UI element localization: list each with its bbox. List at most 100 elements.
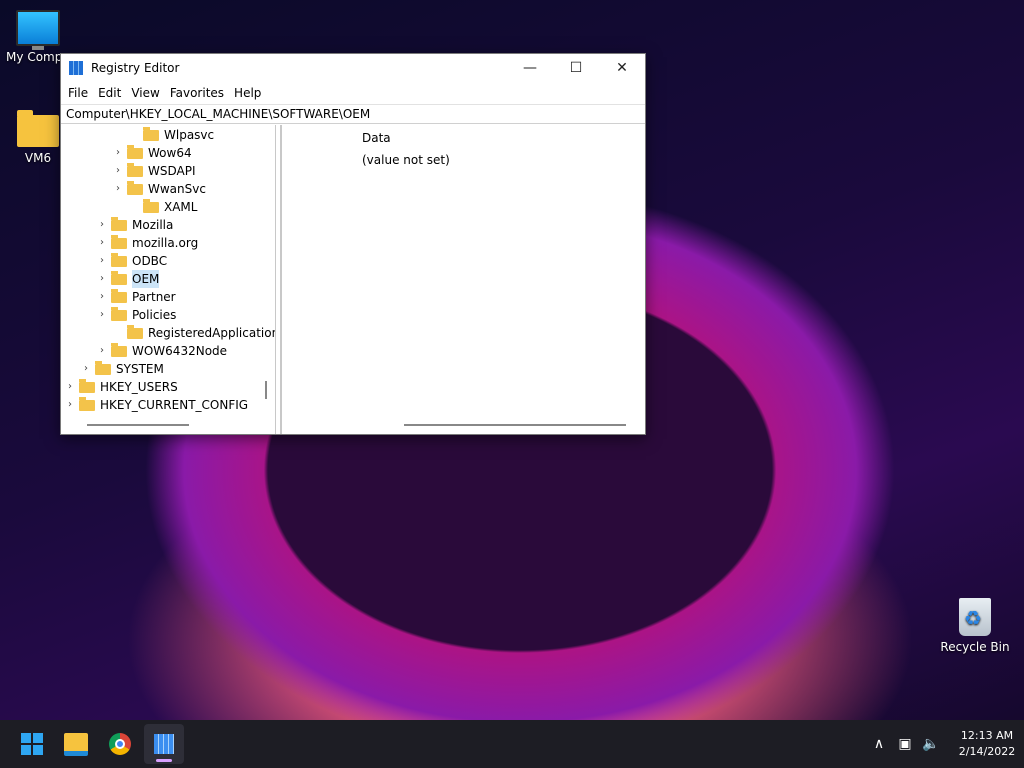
registry-editor-window: Registry Editor — ☐ ✕ File Edit View Fav… <box>60 53 646 435</box>
tree-item[interactable]: › WSDAPI <box>113 162 196 180</box>
chevron-right-icon[interactable]: › <box>97 306 107 324</box>
folder-icon <box>111 234 127 249</box>
registry-editor-icon <box>154 734 174 754</box>
tree-item[interactable]: RegisteredApplications <box>113 324 276 342</box>
tree-item-label: ODBC <box>132 254 168 268</box>
close-button[interactable]: ✕ <box>599 54 645 82</box>
folder-icon <box>95 360 111 375</box>
clock-date: 2/14/2022 <box>958 745 1016 758</box>
show-hidden-icons-chevron-icon[interactable]: ∧ <box>866 736 892 752</box>
tree-item-label: Partner <box>132 290 176 304</box>
start-icon <box>21 733 43 755</box>
file-explorer-button[interactable] <box>56 724 96 764</box>
chevron-right-icon[interactable]: › <box>97 342 107 360</box>
tree-item[interactable]: › Partner <box>97 288 176 306</box>
tree-item-label: mozilla.org <box>132 236 199 250</box>
folder-icon <box>111 270 127 285</box>
chrome-icon <box>109 733 131 755</box>
maximize-button[interactable]: ☐ <box>553 54 599 82</box>
chevron-right-icon[interactable]: › <box>97 234 107 252</box>
folder-icon <box>17 110 59 147</box>
tree-item[interactable]: › Policies <box>97 306 176 324</box>
tree-item[interactable]: XAML <box>129 198 197 216</box>
registry-editor-icon <box>69 61 83 75</box>
clock-time: 12:13 AM <box>960 729 1014 742</box>
tree-horizontal-scrollbar[interactable] <box>87 424 189 426</box>
folder-icon <box>111 252 127 267</box>
minimize-button[interactable]: — <box>507 54 553 82</box>
menu-view[interactable]: View <box>126 86 164 100</box>
tree-item[interactable]: › mozilla.org <box>97 234 198 252</box>
folder-icon <box>143 126 159 141</box>
folder-icon <box>111 306 127 321</box>
chevron-right-icon[interactable]: › <box>113 180 123 198</box>
tree-item[interactable]: › Mozilla <box>97 216 173 234</box>
file-explorer-icon <box>64 732 88 756</box>
folder-icon <box>111 288 127 303</box>
chevron-right-icon[interactable]: › <box>97 216 107 234</box>
window-title: Registry Editor <box>91 61 180 75</box>
tree-item-label: RegisteredApplications <box>148 326 276 340</box>
tree-item-label: XAML <box>164 200 198 214</box>
folder-icon <box>127 162 143 177</box>
registry-editor-taskbar-button[interactable] <box>144 724 184 764</box>
folder-icon <box>143 198 159 213</box>
recycle-bin-icon <box>959 598 991 636</box>
folder-icon <box>79 378 95 393</box>
tree-item-label: WOW6432Node <box>132 344 228 358</box>
menu-file[interactable]: File <box>63 86 93 100</box>
value-data-cell[interactable]: (value not set) <box>362 153 450 167</box>
menu-bar: File Edit View Favorites Help <box>61 82 645 104</box>
title-bar[interactable]: Registry Editor — ☐ ✕ <box>61 54 645 82</box>
chevron-right-icon[interactable]: › <box>65 378 75 396</box>
chevron-right-icon[interactable]: › <box>97 270 107 288</box>
folder-icon <box>127 180 143 195</box>
chevron-right-icon[interactable]: › <box>97 252 107 270</box>
chevron-right-icon[interactable]: › <box>113 144 123 162</box>
chevron-right-icon[interactable]: › <box>113 162 123 180</box>
tree-item[interactable]: › Wow64 <box>113 144 192 162</box>
address-bar[interactable]: Computer\HKEY_LOCAL_MACHINE\SOFTWARE\OEM <box>61 104 645 124</box>
tree-item[interactable]: › WOW6432Node <box>97 342 227 360</box>
tree-item-label: Mozilla <box>132 218 174 232</box>
registry-tree[interactable]: Wlpasvc › Wow64 › WSDAPI › WwanSvc XAML › Mozilla… <box>61 125 276 434</box>
menu-edit[interactable]: Edit <box>93 86 126 100</box>
folder-icon <box>127 324 143 339</box>
tree-item[interactable]: › SYSTEM <box>81 360 164 378</box>
tree-item[interactable]: › OEM <box>97 270 160 288</box>
chevron-right-icon[interactable]: › <box>81 360 91 378</box>
desktop-icon-label: Recycle Bin <box>940 640 1010 654</box>
menu-help[interactable]: Help <box>229 86 266 100</box>
volume-icon[interactable]: 🔈 <box>918 736 944 752</box>
tree-item-label: HKEY_USERS <box>100 380 178 394</box>
tree-item[interactable]: › HKEY_CURRENT_CONFIG <box>65 396 248 414</box>
folder-icon <box>111 216 127 231</box>
chevron-right-icon[interactable]: › <box>97 288 107 306</box>
chrome-button[interactable] <box>100 724 140 764</box>
tree-vertical-scrollbar[interactable] <box>265 381 267 399</box>
folder-icon <box>111 342 127 357</box>
menu-favorites[interactable]: Favorites <box>165 86 229 100</box>
tree-item[interactable]: Wlpasvc <box>129 126 214 144</box>
folder-icon <box>79 396 95 411</box>
values-pane[interactable]: Data (value not set) <box>281 125 645 434</box>
taskbar: ∧ ▣ 🔈 12:13 AM 2/14/2022 <box>0 720 1024 768</box>
desktop-icon-recycle-bin[interactable]: Recycle Bin <box>937 598 1013 654</box>
network-icon[interactable]: ▣ <box>892 736 918 752</box>
start-button[interactable] <box>12 724 52 764</box>
values-horizontal-scrollbar[interactable] <box>404 424 626 426</box>
tree-item[interactable]: › HKEY_USERS <box>65 378 178 396</box>
tree-item[interactable]: › WwanSvc <box>113 180 206 198</box>
data-column-header[interactable]: Data <box>362 131 391 145</box>
tree-item-label: HKEY_CURRENT_CONFIG <box>100 398 249 412</box>
system-tray: ∧ ▣ 🔈 12:13 AM 2/14/2022 <box>866 720 1024 768</box>
tree-item-label: Wlpasvc <box>164 128 215 142</box>
tree-item-label: WwanSvc <box>148 182 206 196</box>
tree-item-label: Wow64 <box>148 146 192 160</box>
tree-item-label: SYSTEM <box>116 362 164 376</box>
chevron-right-icon[interactable]: › <box>65 396 75 414</box>
clock[interactable]: 12:13 AM 2/14/2022 <box>950 728 1024 760</box>
folder-icon <box>127 144 143 159</box>
panes: Wlpasvc › Wow64 › WSDAPI › WwanSvc XAML › Mozilla… <box>61 125 645 434</box>
tree-item[interactable]: › ODBC <box>97 252 167 270</box>
